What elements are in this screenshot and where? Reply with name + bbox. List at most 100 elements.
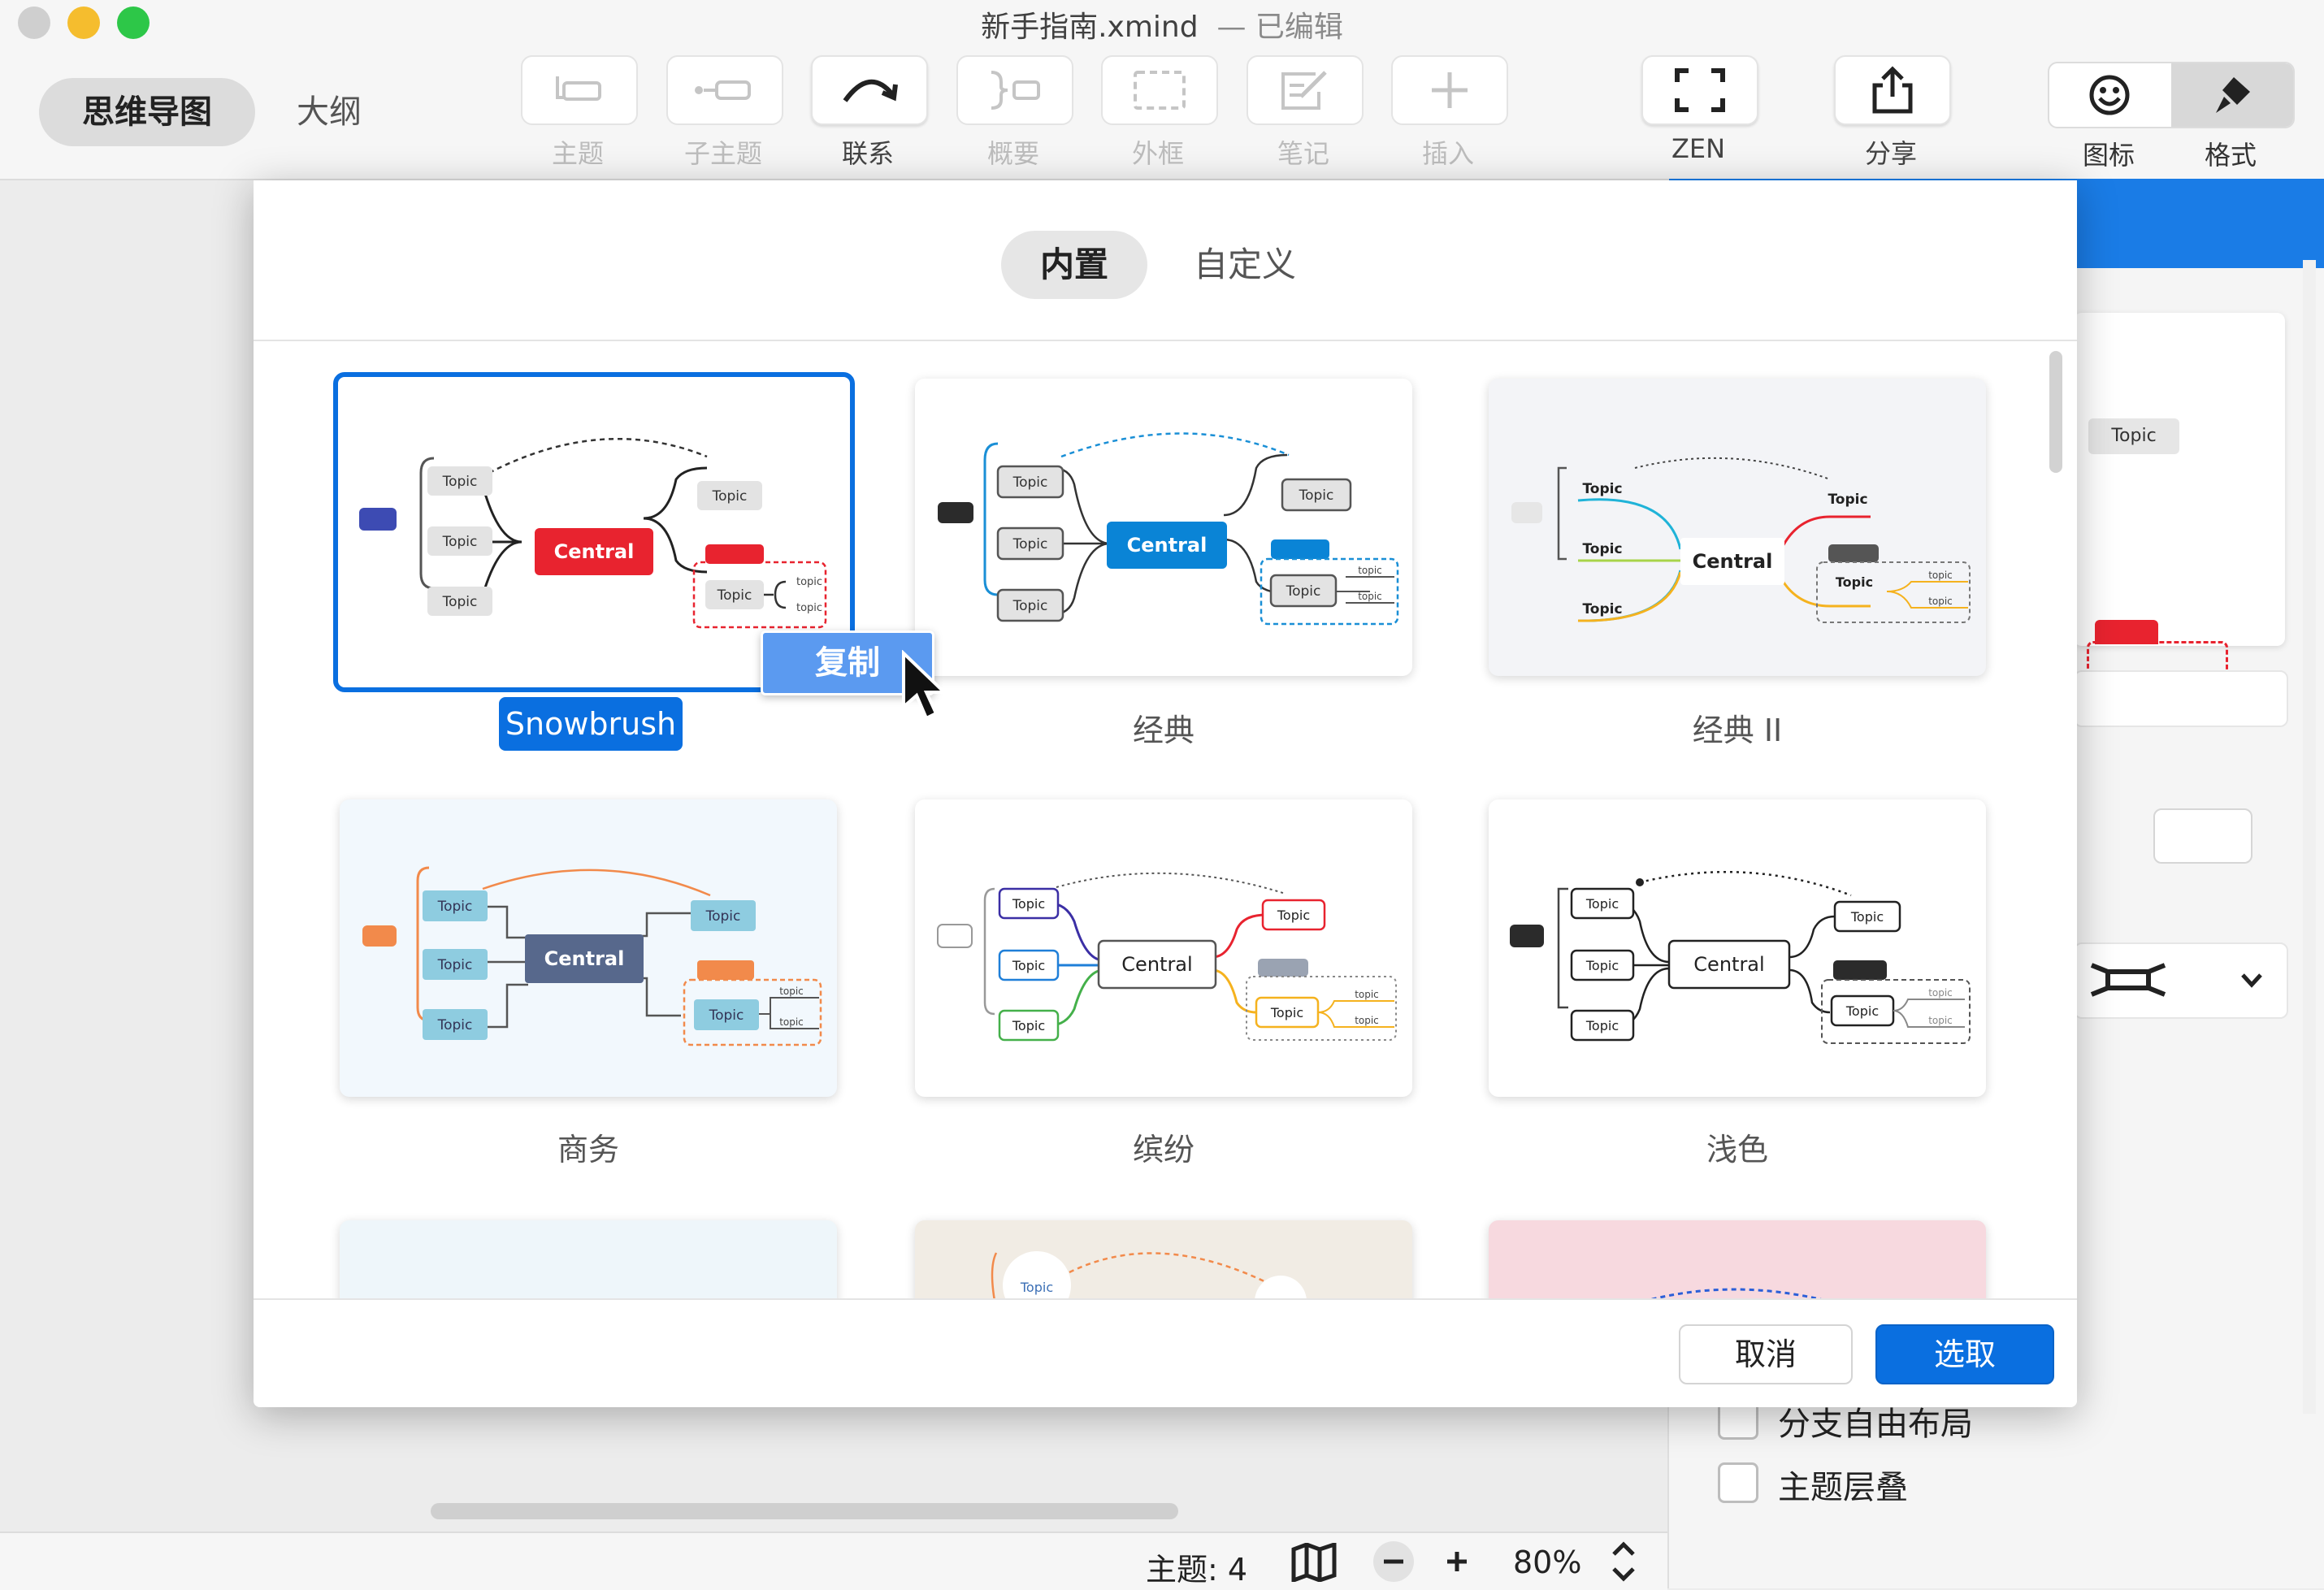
node-central: Central bbox=[554, 540, 635, 563]
toolbar-topic-button[interactable]: 主题 bbox=[521, 55, 638, 171]
light-preview: Topic Topic Topic Central Topic Topic to… bbox=[1510, 870, 1971, 1044]
node-small: topic bbox=[1928, 570, 1953, 581]
theme-card-colorful[interactable]: Topic Topic Topic Central Topic Topic to… bbox=[915, 799, 1412, 1097]
cancel-button[interactable]: 取消 bbox=[1679, 1324, 1853, 1384]
boundary-icon bbox=[1134, 71, 1186, 110]
classic-ii-preview: Topic Topic Topic Central Topic Topic to… bbox=[1511, 457, 1971, 623]
node-topic: Topic bbox=[1582, 541, 1622, 557]
theme-name-light[interactable]: 浅色 bbox=[1453, 1124, 2022, 1169]
format-panel-button[interactable] bbox=[2171, 63, 2293, 127]
brush-icon bbox=[2216, 77, 2250, 113]
node-topic: Topic bbox=[442, 594, 478, 610]
theme-name-classic-ii[interactable]: 经典 II bbox=[1453, 705, 2022, 750]
panel-toggle bbox=[2048, 62, 2295, 128]
horizontal-scrollbar[interactable] bbox=[431, 1503, 1178, 1519]
plus-icon bbox=[1447, 1552, 1467, 1571]
node-topic: Topic bbox=[437, 957, 473, 973]
tab-builtin[interactable]: 内置 bbox=[1001, 231, 1147, 299]
toolbar-insert-button[interactable]: 插入 bbox=[1391, 55, 1508, 171]
format-panel-label: 格式 bbox=[2204, 140, 2257, 171]
node-central: Central bbox=[1127, 534, 1208, 557]
topic-overlap-checkbox[interactable] bbox=[1718, 1462, 1758, 1503]
toolbar-subtopic-button[interactable]: 子主题 bbox=[666, 55, 783, 171]
node-small: topic bbox=[1928, 1015, 1953, 1026]
summary-icon bbox=[991, 71, 1040, 110]
node-topic: Topic bbox=[1585, 896, 1619, 912]
topic-icon bbox=[556, 76, 601, 101]
zoom-out-button[interactable] bbox=[1373, 1541, 1414, 1582]
node-topic: Topic bbox=[1270, 1005, 1303, 1020]
node-small: topic bbox=[796, 576, 822, 588]
node-topic: Topic bbox=[1012, 1018, 1045, 1033]
node-small: topic bbox=[1928, 596, 1953, 607]
node-topic: Topic bbox=[1585, 958, 1619, 973]
theme-name-colorful[interactable]: 缤纷 bbox=[879, 1124, 1448, 1169]
note-icon bbox=[1281, 71, 1327, 110]
toolbar-share-button[interactable]: 分享 bbox=[1834, 55, 1951, 171]
relationship-icon bbox=[843, 79, 898, 102]
node-topic: Topic bbox=[1828, 492, 1867, 508]
icon-panel-label: 图标 bbox=[2082, 140, 2135, 171]
outline-mode-tab[interactable]: 大纲 bbox=[268, 78, 390, 146]
theme-card-classic-ii[interactable]: Topic Topic Topic Central Topic Topic to… bbox=[1489, 379, 1986, 676]
zen-icon bbox=[1675, 68, 1725, 112]
node-topic: Topic bbox=[717, 587, 752, 604]
toolbar-relationship-button[interactable]: 联系 bbox=[811, 55, 928, 171]
node-small: topic bbox=[796, 602, 822, 614]
title-toolbar: 新手指南.xmind — 已编辑 思维导图 大纲 主题 子主题 联系 概要 外框… bbox=[0, 0, 2324, 180]
node-topic: Topic bbox=[1012, 536, 1048, 552]
color-swatch[interactable] bbox=[2153, 808, 2252, 864]
node-topic: Topic bbox=[709, 1007, 744, 1024]
tab-custom[interactable]: 自定义 bbox=[1164, 231, 1326, 299]
zoom-stepper-icon[interactable] bbox=[1609, 1540, 1638, 1584]
chevron-down-icon bbox=[2241, 973, 2262, 988]
map-icon[interactable] bbox=[1290, 1543, 1339, 1582]
node-topic: Topic bbox=[1299, 487, 1334, 504]
icon-panel-button[interactable] bbox=[2049, 63, 2170, 127]
zoom-in-button[interactable] bbox=[1437, 1541, 1477, 1582]
theme-preview[interactable]: Topic bbox=[2074, 313, 2285, 703]
select-button[interactable]: 选取 bbox=[1875, 1324, 2054, 1384]
theme-name-classic[interactable]: 经典 bbox=[879, 705, 1448, 750]
classic-preview: Topic Topic Topic Central Topic Topic to… bbox=[938, 432, 1399, 626]
node-topic: Topic bbox=[705, 908, 741, 925]
cursor-arrow-icon bbox=[902, 650, 948, 721]
window-title: 新手指南.xmind — 已编辑 bbox=[981, 11, 1343, 44]
status-bar: 主题: 4 80% bbox=[0, 1532, 1667, 1590]
toolbar-summary-button[interactable]: 概要 bbox=[956, 55, 1073, 171]
node-topic: Topic bbox=[1836, 574, 1873, 590]
toolbar-zen-button[interactable]: ZEN bbox=[1641, 55, 1758, 164]
node-topic: Topic bbox=[1012, 896, 1045, 912]
node-small: topic bbox=[1358, 565, 1382, 576]
topic-count: 主题: 4 bbox=[1146, 1552, 1248, 1588]
dialog-footer: 取消 选取 bbox=[254, 1298, 2077, 1407]
node-small: topic bbox=[779, 1016, 804, 1028]
node-topic: Topic bbox=[1850, 909, 1884, 925]
panel-field[interactable] bbox=[2074, 670, 2288, 727]
minus-icon bbox=[1384, 1559, 1403, 1564]
business-preview: Topic Topic Topic Central Topic Topic to… bbox=[362, 866, 822, 1046]
node-topic: Topic bbox=[1012, 474, 1048, 491]
node-small: topic bbox=[779, 986, 804, 997]
theme-name-business[interactable]: 商务 bbox=[304, 1124, 873, 1169]
node-small: topic bbox=[1355, 989, 1379, 1000]
node-topic: Topic bbox=[1020, 1280, 1053, 1295]
node-small: topic bbox=[1355, 1015, 1379, 1026]
theme-name-snowbrush[interactable]: Snowbrush bbox=[499, 697, 683, 751]
theme-card-business[interactable]: Topic Topic Topic Central Topic Topic to… bbox=[340, 799, 837, 1097]
theme-list-scrollbar[interactable] bbox=[2049, 351, 2062, 473]
node-topic: Topic bbox=[1012, 958, 1045, 973]
subtopic-icon bbox=[695, 80, 751, 100]
toolbar-boundary-button[interactable]: 外框 bbox=[1101, 55, 1218, 171]
node-topic: Topic bbox=[1286, 583, 1321, 600]
theme-card-classic[interactable]: Topic Topic Topic Central Topic Topic to… bbox=[915, 379, 1412, 676]
mindmap-mode-tab[interactable]: 思维导图 bbox=[39, 78, 255, 146]
toolbar-note-button[interactable]: 笔记 bbox=[1247, 55, 1364, 171]
colorful-preview: Topic Topic Topic Central Topic Topic to… bbox=[937, 872, 1397, 1042]
theme-card-light[interactable]: Topic Topic Topic Central Topic Topic to… bbox=[1489, 799, 1986, 1097]
node-central: Central bbox=[1693, 550, 1773, 573]
node-topic: Topic bbox=[1582, 601, 1622, 617]
preview-topic: Topic bbox=[2088, 418, 2179, 454]
connector-style-select[interactable] bbox=[2074, 942, 2288, 1019]
panel-scrollbar-track[interactable] bbox=[2303, 260, 2316, 1414]
